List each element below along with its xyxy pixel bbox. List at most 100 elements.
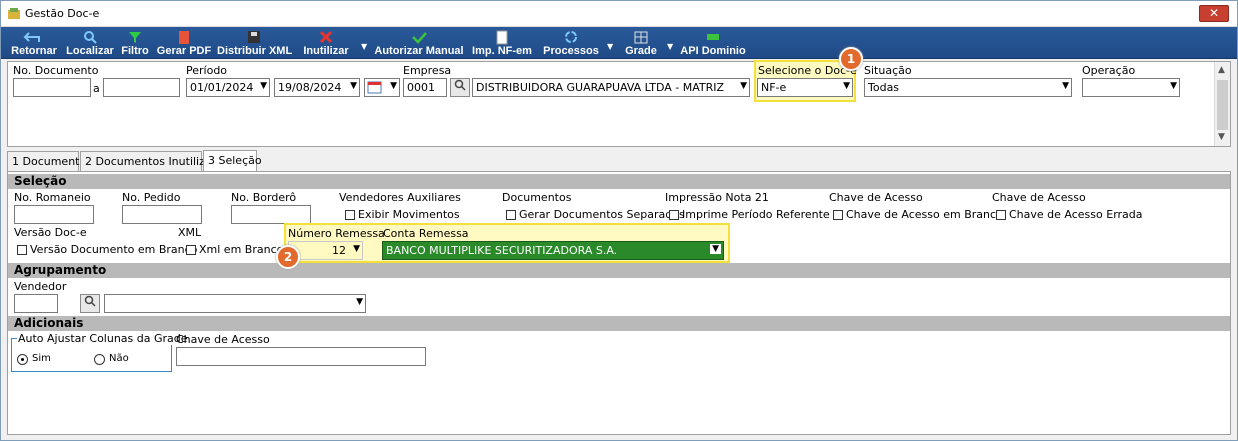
chevron-down-icon[interactable]: ▼ <box>356 297 363 307</box>
no-bordero-input[interactable] <box>231 205 311 224</box>
versao-em-branco-label: Versão Documento em Branco <box>30 243 198 256</box>
chevron-down-icon[interactable]: ▼ <box>350 81 357 91</box>
inutilizar-button[interactable]: Inutilizar <box>301 27 351 59</box>
numero-remessa-label: Número Remessa <box>288 227 385 240</box>
filter-scrollbar[interactable]: ▲ ▼ <box>1214 62 1230 146</box>
situacao-value: Todas <box>868 81 900 94</box>
filtro-button[interactable]: Filtro <box>119 27 151 59</box>
numero-remessa-value: 12 <box>332 244 346 257</box>
processos-dropdown-icon[interactable]: ▼ <box>607 42 613 51</box>
imp-nf-em-label: Imp. NF-em <box>472 45 532 57</box>
imprime-periodo-checkbox[interactable] <box>669 210 679 220</box>
situacao-label: Situação <box>864 64 912 77</box>
conta-remessa-value: BANCO MULTIPLIKE SECURITIZADORA S.A. <box>386 244 618 257</box>
grade-button[interactable]: Grade <box>621 27 661 59</box>
gestao-doc-e-window: Gestão Doc-e ✕ Retornar Localizar Filtro… <box>0 0 1238 441</box>
imp-nf-em-button[interactable]: Imp. NF-em <box>471 27 533 59</box>
no-documento-sep: a <box>93 82 100 95</box>
grade-dropdown-icon[interactable]: ▼ <box>667 42 673 51</box>
cancel-x-icon <box>319 30 333 44</box>
no-documento-label: No. Documento <box>13 64 99 77</box>
autorizar-manual-button[interactable]: Autorizar Manual <box>373 27 465 59</box>
no-documento-from-input[interactable] <box>13 78 91 97</box>
chave-em-branco-checkbox[interactable] <box>833 210 843 220</box>
no-pedido-input[interactable] <box>122 205 202 224</box>
sim-radio[interactable] <box>17 354 28 365</box>
chevron-down-icon[interactable]: ▼ <box>1062 81 1069 91</box>
distribuir-xml-button[interactable]: Distribuir XML <box>217 27 292 59</box>
empresa-name-select[interactable]: DISTRIBUIDORA GUARAPUAVA LTDA - MATRIZ ▼ <box>472 78 750 97</box>
empresa-label: Empresa <box>403 64 452 77</box>
impressao-label: Impressão Nota 21 <box>665 191 769 204</box>
chevron-down-icon[interactable]: ▼ <box>710 244 721 254</box>
gerar-pdf-button[interactable]: Gerar PDF <box>156 27 212 59</box>
tab-documentos[interactable]: 1 Documentos <box>7 151 92 171</box>
calendar-dropdown[interactable]: ▼ <box>364 78 400 97</box>
versao-label: Versão Doc-e <box>14 226 87 239</box>
chave-acesso-1-label: Chave de Acesso <box>829 191 923 204</box>
operacao-select[interactable]: ▼ <box>1082 78 1180 97</box>
chave-errada-label: Chave de Acesso Errada <box>1009 208 1143 221</box>
app-icon <box>8 8 20 19</box>
scroll-down-icon[interactable]: ▼ <box>1218 132 1225 142</box>
inutilizar-dropdown-icon[interactable]: ▼ <box>361 42 367 51</box>
tab-documentos-inutilizados[interactable]: 2 Documentos Inutilizados <box>80 151 231 171</box>
selecao-header: Seleção <box>8 174 1230 189</box>
chevron-down-icon[interactable]: ▼ <box>1170 81 1177 91</box>
vendedor-name-select[interactable]: ▼ <box>104 294 366 313</box>
pdf-icon <box>179 31 189 44</box>
empresa-search-button[interactable] <box>450 78 470 97</box>
chevron-down-icon[interactable]: ▼ <box>843 81 850 91</box>
nao-label: Não <box>109 353 129 364</box>
processos-button[interactable]: Processos <box>541 27 601 59</box>
no-documento-to-input[interactable] <box>103 78 180 97</box>
doc-type-select[interactable]: NF-e ▼ <box>757 78 853 97</box>
periodo-end-input[interactable]: 19/08/2024 ▼ <box>274 78 360 97</box>
xml-em-branco-checkbox[interactable] <box>186 245 196 255</box>
xml-em-branco-label: Xml em Branco <box>199 243 284 256</box>
filtro-label: Filtro <box>121 45 149 57</box>
agrupamento-header: Agrupamento <box>8 263 1230 278</box>
periodo-start-input[interactable]: 01/01/2024 ▼ <box>186 78 270 97</box>
exibir-movimentos-checkbox[interactable] <box>345 210 355 220</box>
close-button[interactable]: ✕ <box>1199 5 1229 22</box>
tab-selecao[interactable]: 3 Seleção <box>203 150 262 171</box>
scroll-up-icon[interactable]: ▲ <box>1218 65 1225 75</box>
versao-em-branco-checkbox[interactable] <box>17 245 27 255</box>
chevron-down-icon[interactable]: ▼ <box>353 244 360 254</box>
search-icon <box>84 295 96 307</box>
vendedor-search-button[interactable] <box>80 294 100 313</box>
calendar-icon <box>367 81 382 94</box>
localizar-button[interactable]: Localizar <box>65 27 115 59</box>
no-romaneio-input[interactable] <box>14 205 94 224</box>
empresa-code-input[interactable]: 0001 <box>403 78 447 97</box>
scroll-thumb[interactable] <box>1217 80 1228 130</box>
search-icon <box>84 31 97 44</box>
operacao-label: Operação <box>1082 64 1136 77</box>
sim-label: Sim <box>32 353 51 364</box>
conta-remessa-label: Conta Remessa <box>383 227 469 240</box>
chave-acesso-2-label: Chave de Acesso <box>992 191 1086 204</box>
nao-radio[interactable] <box>94 354 105 365</box>
chevron-down-icon[interactable]: ▼ <box>260 81 267 91</box>
conta-remessa-select[interactable]: BANCO MULTIPLIKE SECURITIZADORA S.A. ▼ <box>382 241 724 260</box>
api-dominio-button[interactable]: API Dominio <box>679 27 747 59</box>
chave-errada-checkbox[interactable] <box>996 210 1006 220</box>
situacao-select[interactable]: Todas ▼ <box>864 78 1072 97</box>
title-bar: Gestão Doc-e ✕ <box>1 1 1237 27</box>
imprime-periodo-label: Imprime Período Referente <box>682 208 830 221</box>
localizar-label: Localizar <box>66 45 114 57</box>
checkmark-icon <box>412 32 427 44</box>
retornar-button[interactable]: Retornar <box>9 27 59 59</box>
periodo-end-value: 19/08/2024 <box>278 81 342 94</box>
vendedor-code-input[interactable] <box>14 294 58 313</box>
chevron-down-icon[interactable]: ▼ <box>740 81 747 91</box>
no-romaneio-label: No. Romaneio <box>14 191 91 204</box>
save-icon <box>248 31 260 43</box>
chevron-down-icon[interactable]: ▼ <box>390 81 397 91</box>
gerar-documentos-checkbox[interactable] <box>506 210 516 220</box>
periodo-start-value: 01/01/2024 <box>190 81 254 94</box>
document-icon <box>496 30 508 45</box>
chave-acesso-input[interactable] <box>176 347 426 366</box>
refresh-cycle-icon <box>565 31 577 43</box>
